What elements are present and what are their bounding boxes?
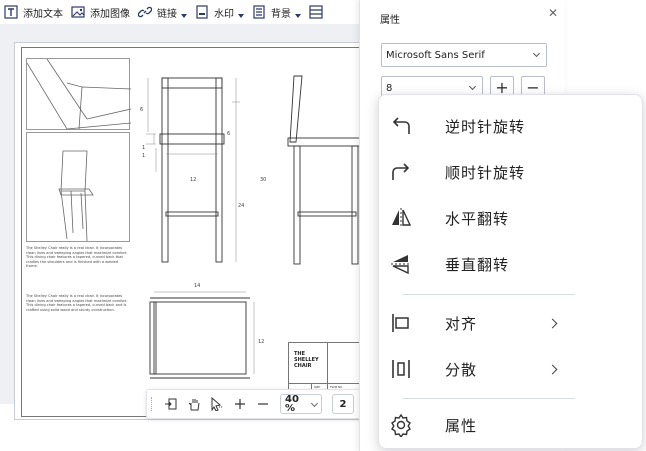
flip-vertical-icon bbox=[389, 252, 413, 276]
add-text-label: 添加文本 bbox=[23, 8, 63, 20]
font-size-value: 8 bbox=[386, 82, 393, 94]
chair-perspective-bottom bbox=[26, 132, 130, 242]
watermark-dropdown-icon[interactable] bbox=[238, 14, 244, 18]
chair-description-1: The Shelley Chair really is a real chair… bbox=[26, 246, 128, 269]
watermark-icon bbox=[196, 5, 208, 19]
distribute-icon bbox=[389, 357, 413, 381]
link-dropdown-icon[interactable] bbox=[181, 14, 187, 18]
flip-horizontal-icon bbox=[389, 206, 413, 230]
dim-label: 1 bbox=[142, 145, 146, 151]
menu-item-properties[interactable]: 属性 bbox=[379, 402, 644, 448]
menu-item-label: 逆时针旋转 bbox=[445, 117, 526, 136]
menu-separator bbox=[403, 294, 575, 295]
zoom-level-value: 40 % bbox=[285, 394, 299, 414]
image-icon bbox=[71, 6, 85, 18]
chair-title: THE SHELLEY CHAIR bbox=[294, 351, 319, 369]
add-text-button[interactable]: 添加文本 bbox=[0, 0, 67, 24]
font-family-value: Microsoft Sans Serif bbox=[386, 49, 485, 61]
chevron-right-icon bbox=[547, 364, 558, 374]
watermark-label: 水印 bbox=[214, 8, 234, 20]
text-icon bbox=[4, 5, 18, 19]
rotate-left-icon bbox=[389, 114, 413, 138]
menu-item-label: 分散 bbox=[445, 360, 478, 379]
menu-item-label: 属性 bbox=[445, 416, 478, 435]
menu-separator bbox=[403, 398, 575, 399]
chevron-right-icon bbox=[547, 318, 558, 328]
properties-title: 属性 bbox=[380, 15, 400, 26]
background-button[interactable]: 背景 bbox=[248, 0, 305, 24]
menu-item-flip-vertical[interactable]: 垂直翻转 bbox=[379, 241, 644, 287]
dim-label: 6 bbox=[140, 107, 144, 113]
menu-item-label: 顺时针旋转 bbox=[445, 163, 526, 182]
dim-label: 6 bbox=[227, 131, 231, 137]
dim-label: 14 bbox=[194, 283, 201, 289]
top-toolbar: 添加文本 添加图像 链接 水印 背景 bbox=[0, 0, 370, 24]
menu-item-label: 垂直翻转 bbox=[445, 255, 510, 274]
background-label: 背景 bbox=[271, 8, 291, 20]
zoom-out-icon[interactable] bbox=[253, 394, 273, 414]
background-icon bbox=[253, 5, 265, 19]
align-icon bbox=[389, 311, 413, 335]
dim-label: 30 bbox=[260, 177, 267, 183]
chair-description-2: The Shelley Chair really is a real chair… bbox=[26, 294, 128, 312]
fit-page-icon[interactable] bbox=[161, 394, 181, 414]
chevron-down-icon bbox=[310, 399, 319, 408]
zoom-in-icon[interactable] bbox=[230, 394, 250, 414]
context-menu: 逆时针旋转 顺时针旋转 水平翻转 垂直翻转 对齐 分散 属性 bbox=[378, 94, 643, 449]
editor-window: 添加文本 添加图像 链接 水印 背景 The Shelley Chair rea… bbox=[0, 0, 646, 451]
document-page[interactable]: The Shelley Chair really is a real chair… bbox=[14, 42, 373, 420]
font-family-select[interactable]: Microsoft Sans Serif bbox=[381, 43, 547, 67]
menu-item-flip-horizontal[interactable]: 水平翻转 bbox=[379, 195, 644, 241]
page-toolbar: 40 % 2 bbox=[146, 389, 364, 419]
dim-label: 24 bbox=[238, 203, 245, 209]
select-tool-icon[interactable] bbox=[207, 394, 227, 414]
close-icon[interactable]: ✕ bbox=[546, 6, 560, 20]
menu-item-rotate-ccw[interactable]: 逆时针旋转 bbox=[379, 103, 644, 149]
link-icon bbox=[138, 6, 152, 18]
menu-item-rotate-cw[interactable]: 顺时针旋转 bbox=[379, 149, 644, 195]
header-footer-icon bbox=[309, 5, 323, 19]
hand-tool-icon[interactable] bbox=[184, 394, 204, 414]
page-number-input[interactable]: 2 bbox=[332, 394, 354, 414]
watermark-button[interactable]: 水印 bbox=[191, 0, 248, 24]
drawing-sheet: The Shelley Chair really is a real chair… bbox=[21, 47, 373, 417]
menu-item-label: 水平翻转 bbox=[445, 209, 510, 228]
gear-icon bbox=[389, 413, 413, 437]
chevron-down-icon bbox=[468, 82, 477, 91]
add-image-label: 添加图像 bbox=[90, 8, 130, 20]
background-dropdown-icon[interactable] bbox=[295, 14, 301, 18]
document-canvas[interactable]: The Shelley Chair really is a real chair… bbox=[0, 24, 373, 420]
chair-top-view bbox=[149, 291, 255, 379]
rotate-right-icon bbox=[389, 160, 413, 184]
dim-label: 12 bbox=[190, 177, 197, 183]
drag-grip-icon[interactable] bbox=[151, 397, 153, 411]
zoom-level-select[interactable]: 40 % bbox=[280, 394, 322, 414]
chair-front-view bbox=[146, 77, 240, 263]
add-image-button[interactable]: 添加图像 bbox=[67, 0, 134, 24]
dim-label: 1 bbox=[142, 153, 146, 159]
menu-item-distribute[interactable]: 分散 bbox=[379, 346, 644, 392]
link-label: 链接 bbox=[157, 8, 177, 20]
dim-label: 12 bbox=[258, 339, 265, 345]
menu-item-label: 对齐 bbox=[445, 314, 478, 333]
chair-perspective-top bbox=[26, 58, 132, 130]
chevron-down-icon bbox=[532, 49, 541, 58]
menu-item-align[interactable]: 对齐 bbox=[379, 300, 644, 346]
header-footer-button[interactable] bbox=[305, 0, 332, 24]
link-button[interactable]: 链接 bbox=[134, 0, 191, 24]
